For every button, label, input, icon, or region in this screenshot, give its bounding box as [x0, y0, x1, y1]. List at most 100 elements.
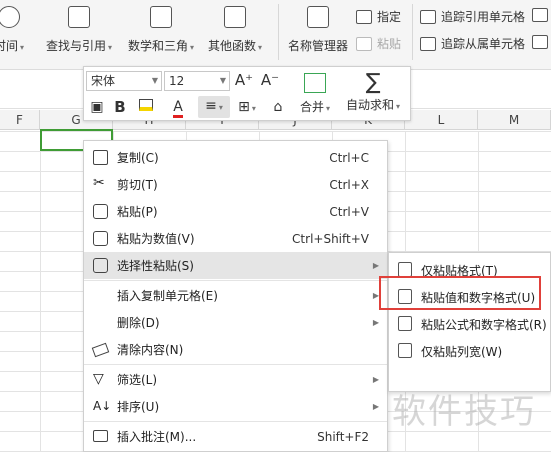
menu-item-shortcut: Ctrl+V: [329, 204, 369, 219]
font-size-value: 12: [169, 74, 185, 88]
ribbon-more-functions-label: 其他函数: [208, 39, 257, 53]
menu-item-cut[interactable]: ✂ 剪切(T) Ctrl+X: [84, 171, 387, 198]
ribbon-math-button[interactable]: 数学和三角 ▾: [128, 6, 194, 54]
menu-item-label: 清除内容(N): [117, 343, 184, 357]
column-header-f[interactable]: F: [0, 110, 40, 130]
menu-item-shortcut: Ctrl+C: [329, 150, 369, 165]
menu-separator: [84, 280, 387, 281]
menu-item-shortcut: Ctrl+X: [329, 177, 369, 192]
chevron-right-icon: ▶: [372, 375, 379, 384]
menu-item-label: 剪切(T): [117, 178, 158, 192]
filter-icon: ▽: [93, 371, 104, 387]
menu-item-copy[interactable]: 复制(C) Ctrl+C: [84, 144, 387, 171]
submenu-item-paste-column-widths[interactable]: 仅粘贴列宽(W): [389, 337, 550, 364]
merge-button[interactable]: 合并 ▾: [300, 71, 330, 115]
chevron-down-icon: ▼: [151, 76, 158, 85]
align-center-button[interactable]: ≡ ▾: [198, 96, 230, 118]
grow-font-button[interactable]: A⁺: [234, 70, 254, 90]
trace-precedents-label: 追踪引用单元格: [441, 10, 526, 24]
show-formulas-button[interactable]: [532, 35, 551, 49]
format-painter-icon[interactable]: ▣: [88, 97, 106, 117]
ribbon-more-functions-button[interactable]: 其他函数 ▾: [208, 6, 262, 54]
trace-dependents-icon: [420, 36, 436, 51]
show-formulas-icon: [532, 35, 548, 49]
ribbon: 时间 ▾ 查找与引用 ▾ 数学和三角 ▾ 其他函数 ▾ 名称管理器 指定 粘贴 追踪引用…: [0, 0, 551, 70]
menu-item-label: 排序(U): [117, 400, 160, 414]
autosum-button[interactable]: ∑ 自动求和 ▾: [346, 71, 400, 113]
trace-precedents-icon: [420, 9, 436, 24]
menu-separator: [84, 421, 387, 422]
shrink-font-button[interactable]: A⁻: [260, 70, 280, 90]
grid-line: [40, 131, 41, 452]
name-manager-button[interactable]: 名称管理器: [288, 6, 348, 54]
name-manager-icon: [307, 6, 329, 28]
paste-name-icon: [356, 36, 372, 51]
mini-toolbar: 宋体 ▼ 12 ▼ A⁺ A⁻ ▣ B A ≡ ▾ ⊞ ▾ ⌂ 合并 ▾ ∑ 自动求和…: [83, 66, 411, 121]
menu-item-clear-contents[interactable]: 清除内容(N): [84, 336, 387, 363]
menu-item-label: 插入批注(M)...: [117, 430, 197, 444]
align-center-icon: ≡: [205, 98, 217, 114]
menu-item-insert-comment[interactable]: 插入批注(M)... Shift+F2: [84, 423, 387, 450]
font-size-combo[interactable]: 12 ▼: [164, 71, 230, 91]
designate-icon: [356, 9, 372, 24]
ribbon-divider: [278, 4, 279, 60]
scissors-icon: ✂: [93, 175, 105, 191]
font-color-button[interactable]: A: [166, 97, 190, 118]
highlight-annotation-box: [379, 276, 541, 310]
fill-color-icon: [139, 99, 153, 111]
designate-button[interactable]: 指定: [356, 8, 401, 25]
ribbon-lookup-button[interactable]: 查找与引用 ▾: [46, 6, 112, 54]
menu-item-paste[interactable]: 粘贴(P) Ctrl+V: [84, 198, 387, 225]
menu-item-label: 粘贴为数值(V): [117, 232, 195, 246]
clear-format-icon[interactable]: ⌂: [268, 97, 288, 117]
paste-column-width-icon: [398, 343, 412, 358]
ribbon-lookup-label: 查找与引用: [46, 39, 107, 53]
math-icon: [150, 6, 173, 28]
watermark: 软件技巧: [392, 392, 536, 432]
menu-item-delete[interactable]: 删除(D) ▶: [84, 309, 387, 336]
context-menu: 复制(C) Ctrl+C ✂ 剪切(T) Ctrl+X 粘贴(P) Ctrl+V…: [83, 140, 388, 452]
bold-button[interactable]: B: [112, 97, 128, 117]
menu-item-insert-copied-cells[interactable]: 插入复制单元格(E) ▶: [84, 282, 387, 309]
paste-special-submenu: 仅粘贴格式(T) 粘贴值和数字格式(U) 粘贴公式和数字格式(R) 仅粘贴列宽(…: [388, 252, 551, 392]
ribbon-math-label: 数学和三角: [128, 39, 189, 53]
clock-icon: [0, 6, 21, 28]
menu-item-paste-special[interactable]: 选择性粘贴(S) ▶: [84, 252, 387, 279]
designate-label: 指定: [377, 10, 402, 24]
paste-format-icon: [398, 262, 412, 277]
menu-item-filter[interactable]: ▽ 筛选(L) ▶: [84, 366, 387, 393]
eraser-icon: [91, 342, 110, 358]
remove-arrows-button[interactable]: [532, 8, 551, 22]
chevron-right-icon: ▶: [372, 318, 379, 327]
sort-icon: A↓: [93, 399, 112, 413]
sigma-icon: ∑: [365, 70, 381, 95]
font-color-icon: A: [173, 99, 183, 118]
menu-item-label: 复制(C): [117, 151, 159, 165]
autosum-label: 自动求和: [346, 98, 395, 112]
paste-formula-format-icon: [398, 316, 412, 331]
column-header-l[interactable]: L: [405, 110, 478, 130]
paste-name-label: 粘贴: [377, 37, 402, 51]
menu-item-shortcut: Shift+F2: [317, 429, 369, 444]
paste-special-icon: [93, 258, 108, 273]
menu-item-paste-values[interactable]: 粘贴为数值(V) Ctrl+Shift+V: [84, 225, 387, 252]
trace-precedents-button[interactable]: 追踪引用单元格: [420, 8, 525, 25]
paste-name-button[interactable]: 粘贴: [356, 35, 401, 52]
font-name-combo[interactable]: 宋体 ▼: [86, 71, 162, 91]
fill-color-button[interactable]: [134, 97, 158, 117]
name-manager-label: 名称管理器: [288, 39, 349, 53]
merge-icon: [304, 73, 327, 93]
ribbon-time-label: 时间: [0, 39, 19, 53]
menu-item-sort[interactable]: A↓ 排序(U) ▶: [84, 393, 387, 420]
borders-icon: ⊞: [238, 99, 250, 115]
menu-item-label: 筛选(L): [117, 373, 158, 387]
comment-icon: [93, 430, 108, 442]
column-header-m[interactable]: M: [478, 110, 551, 130]
remove-arrows-icon: [532, 8, 548, 22]
ribbon-time-button[interactable]: 时间 ▾: [0, 6, 24, 54]
menu-separator: [84, 364, 387, 365]
submenu-item-paste-formulas-number-formats[interactable]: 粘贴公式和数字格式(R): [389, 310, 550, 337]
lookup-icon: [68, 6, 91, 28]
borders-button[interactable]: ⊞ ▾: [234, 97, 260, 119]
trace-dependents-button[interactable]: 追踪从属单元格: [420, 35, 525, 52]
